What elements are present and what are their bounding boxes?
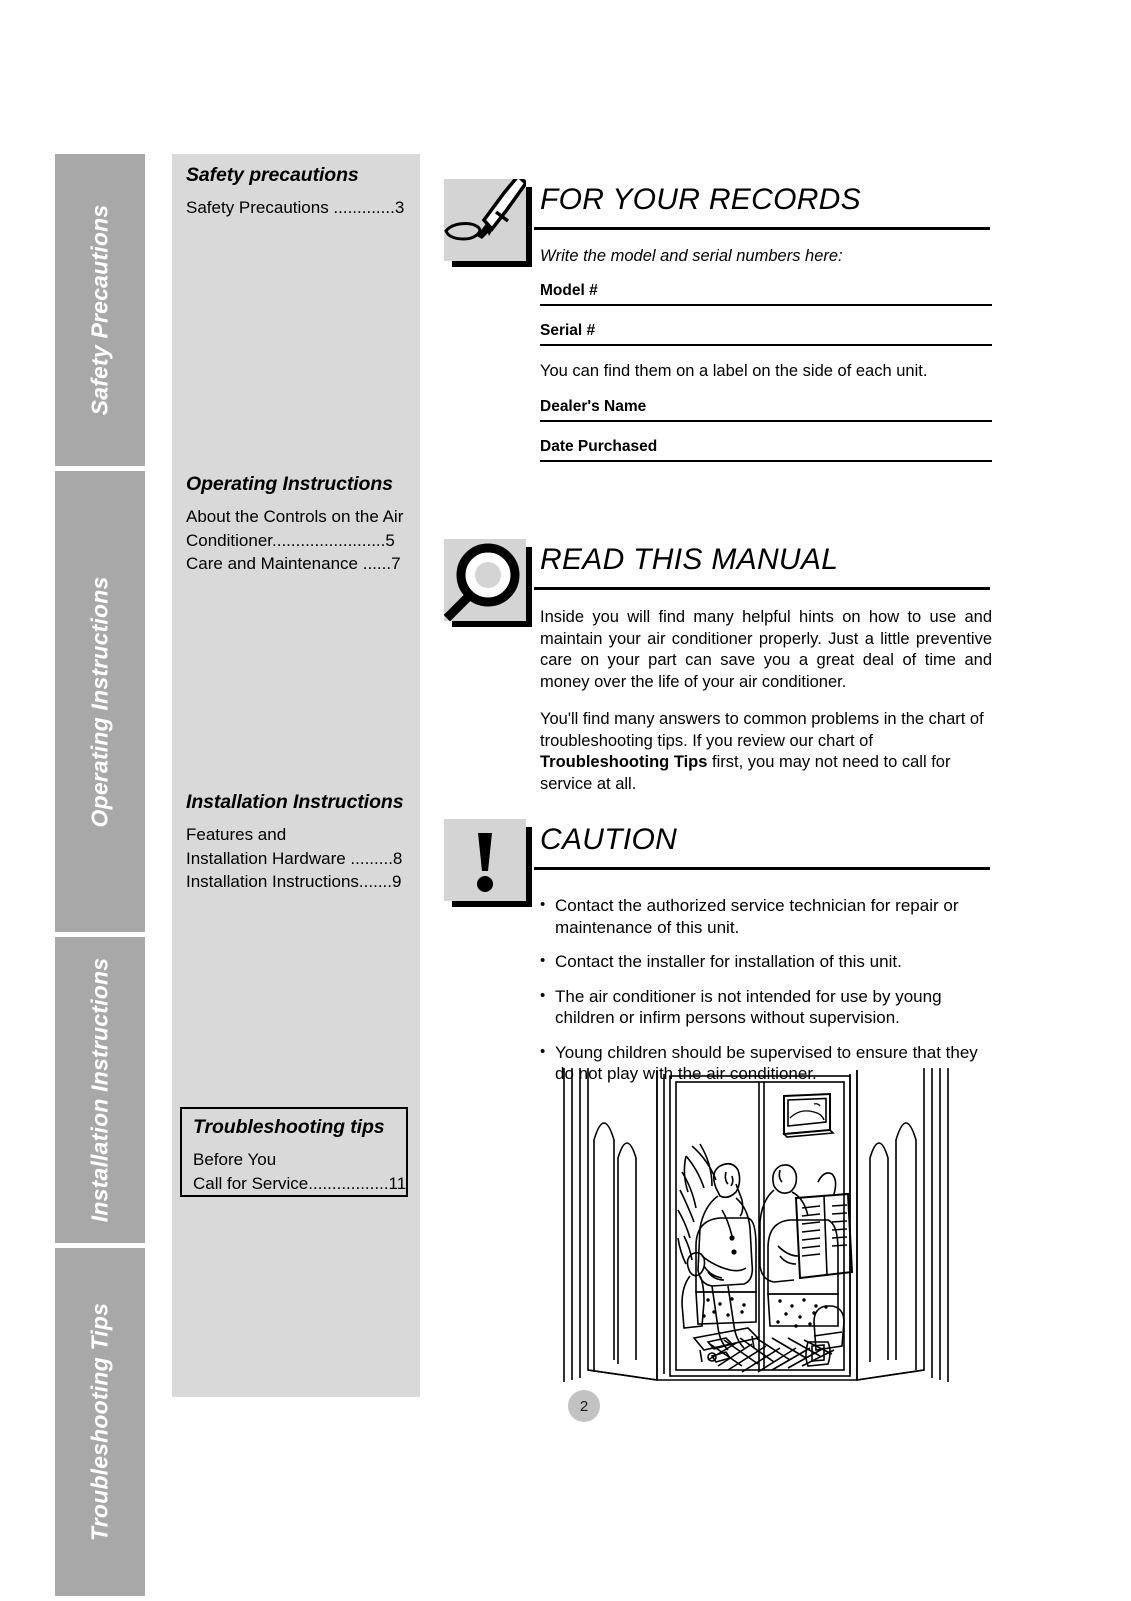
toc-group-installation-instructions: Installation Instructions Features and I…	[186, 791, 411, 894]
records-intro: Write the model and serial numbers here:	[540, 247, 843, 265]
section-body: Inside you will find many helpful hints …	[540, 607, 992, 795]
toc-group-operating-instructions: Operating Instructions About the Control…	[186, 473, 411, 576]
section-title: CAUTION	[540, 823, 678, 856]
toc-entry[interactable]: Installation Instructions.......9	[186, 870, 411, 894]
toc-group-troubleshooting-tips: Troubleshooting tips Before You Call for…	[180, 1107, 408, 1197]
toc-entry[interactable]: Before You	[193, 1148, 406, 1172]
sidebar: Safety Precautions Operating Instruction…	[55, 154, 145, 1596]
field-serial-number[interactable]: Serial #	[540, 322, 992, 346]
sidebar-tab-label: Safety Precautions	[86, 204, 113, 416]
toc-entry[interactable]: Installation Hardware .........8	[186, 847, 411, 871]
toc-entry[interactable]: Safety Precautions .............3	[186, 196, 411, 220]
toc-group-title: Operating Instructions	[186, 473, 393, 495]
toc-entry[interactable]: About the Controls on the Air	[186, 505, 411, 529]
sidebar-tab-label: Troubleshooting Tips	[86, 1302, 113, 1542]
section-title: READ THIS MANUAL	[540, 543, 839, 576]
toc-entry[interactable]: Care and Maintenance ......7	[186, 552, 411, 576]
toc-group-title: Safety precautions	[186, 164, 359, 186]
sidebar-tab-label: Installation Instructions	[86, 957, 113, 1223]
sidebar-tab-troubleshooting-tips[interactable]: Troubleshooting Tips	[55, 1248, 145, 1596]
records-note: You can find them on a label on the side…	[540, 362, 928, 380]
sidebar-tab-label: Operating Instructions	[86, 575, 113, 828]
paragraph-text-part-1: You'll find many answers to common probl…	[540, 710, 984, 750]
sidebar-tab-operating-instructions[interactable]: Operating Instructions	[55, 471, 145, 932]
section-rule	[534, 227, 990, 230]
table-of-contents-panel: Safety precautions Safety Precautions ..…	[172, 154, 420, 1397]
caution-bullet-list: Contact the authorized service technicia…	[540, 894, 992, 1085]
troubleshooting-tips-emphasis: Troubleshooting Tips	[540, 753, 708, 771]
exclamation-icon	[444, 819, 526, 901]
pen-writing-icon	[444, 179, 526, 261]
toc-group-title: Installation Instructions	[186, 791, 404, 813]
field-date-purchased[interactable]: Date Purchased	[540, 438, 992, 462]
toc-group-safety-precautions: Safety precautions Safety Precautions ..…	[186, 164, 411, 220]
toc-entry[interactable]: Conditioner........................5	[186, 529, 411, 553]
room-with-air-conditioner-illustration	[552, 1060, 952, 1390]
caution-bullet: Contact the authorized service technicia…	[540, 894, 992, 938]
field-model-number[interactable]: Model #	[540, 282, 992, 306]
page-number-badge: 2	[568, 1390, 600, 1422]
sidebar-tab-installation-instructions[interactable]: Installation Instructions	[55, 937, 145, 1243]
caution-bullet: Contact the installer for installation o…	[540, 950, 992, 973]
section-body: Write the model and serial numbers here:…	[540, 247, 992, 478]
toc-group-title: Troubleshooting tips	[193, 1116, 385, 1138]
toc-entry[interactable]: Call for Service.................11	[193, 1172, 406, 1196]
field-dealers-name[interactable]: Dealer's Name	[540, 398, 992, 422]
toc-entry[interactable]: Features and	[186, 823, 411, 847]
section-title: FOR YOUR RECORDS	[540, 183, 861, 216]
sidebar-tab-safety-precautions[interactable]: Safety Precautions	[55, 154, 145, 466]
caution-bullet: The air conditioner is not intended for …	[540, 985, 992, 1029]
section-rule	[534, 587, 990, 590]
section-rule	[534, 867, 990, 870]
magnifier-icon	[444, 539, 526, 621]
read-manual-paragraph-1: Inside you will find many helpful hints …	[540, 608, 992, 691]
read-manual-paragraph-2: You'll find many answers to common probl…	[540, 709, 992, 795]
